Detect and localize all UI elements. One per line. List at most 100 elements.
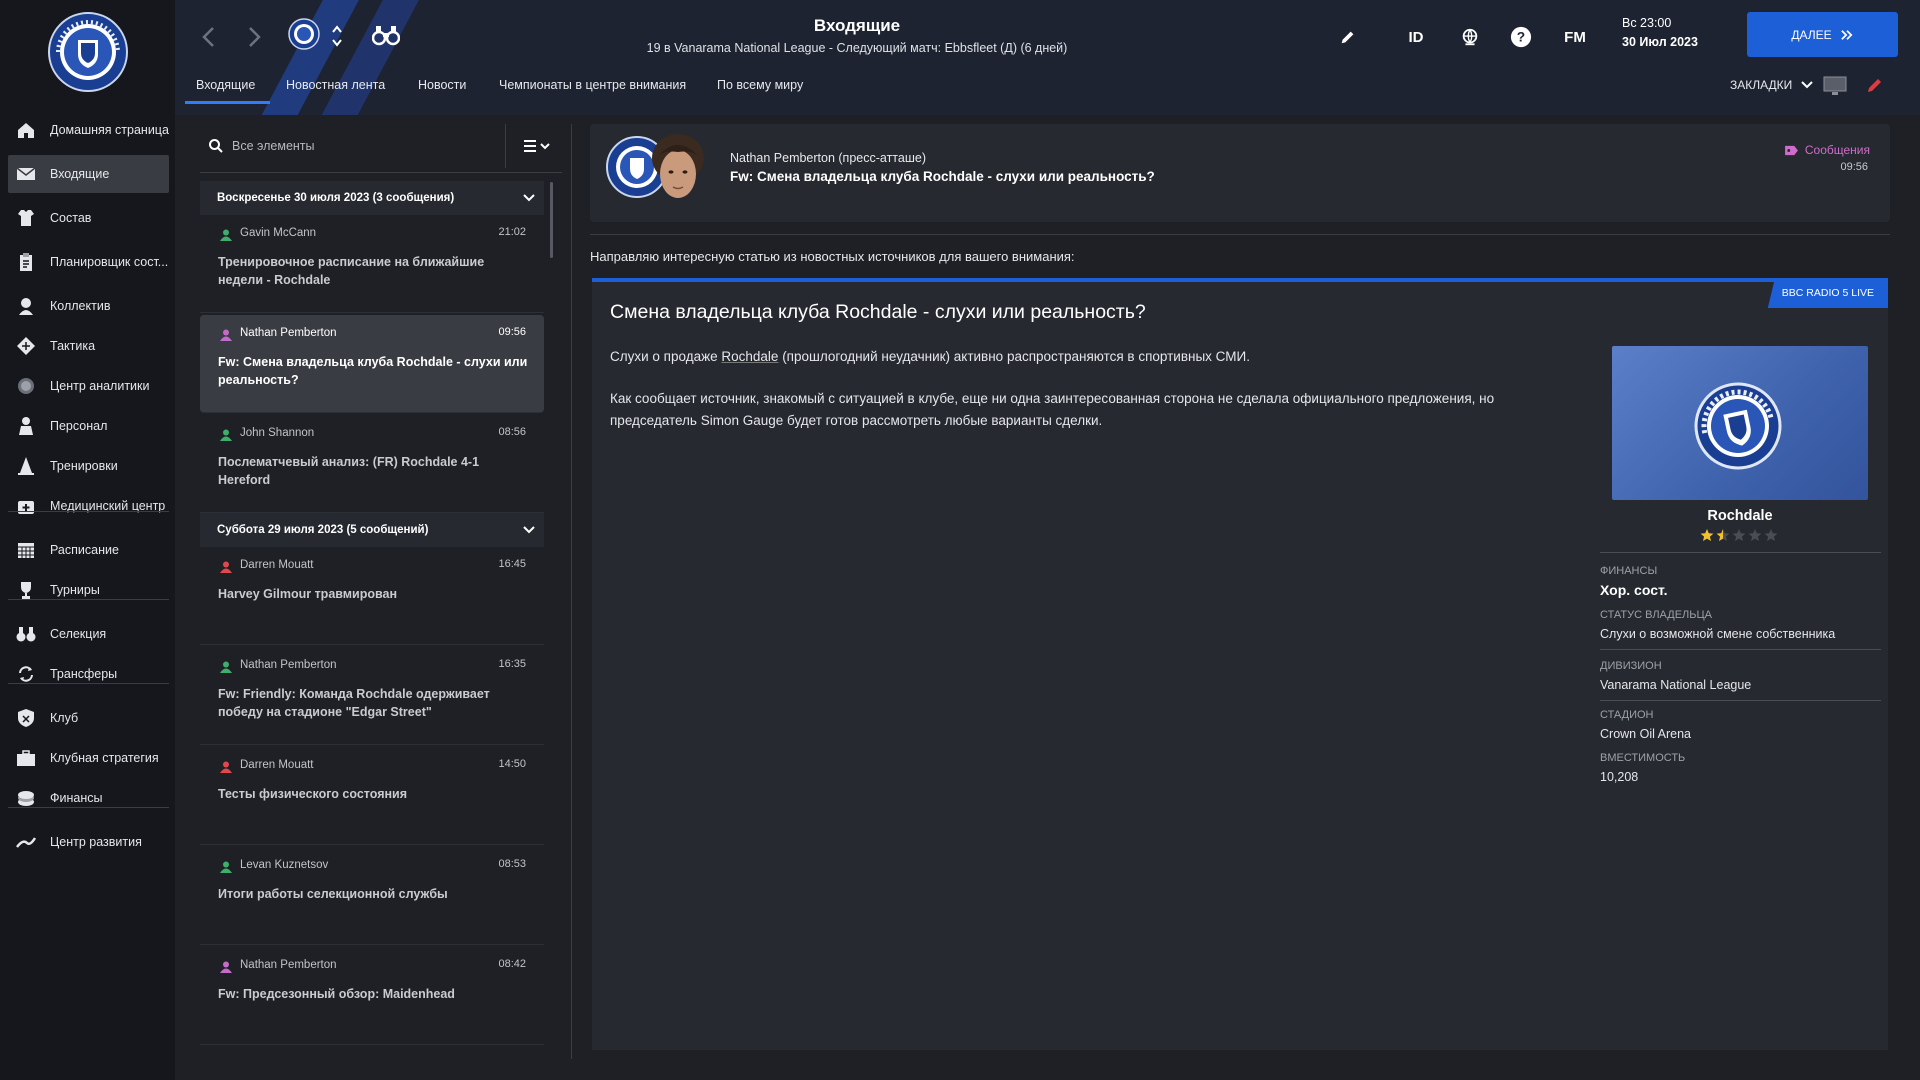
stadium-value: Crown Oil Arena [1600, 727, 1692, 741]
sidebar-item-label: Расписание [50, 543, 119, 557]
news-article: BBC RADIO 5 LIVE Смена владельца клуба R… [592, 278, 1888, 1050]
tab-news[interactable]: Новости [418, 78, 466, 92]
tab-inbox[interactable]: Входящие [196, 78, 255, 92]
chevron-down-icon[interactable] [522, 524, 536, 536]
sidebar-item-transfer[interactable]: Трансферы [8, 655, 169, 693]
sidebar-item-label: Центр аналитики [50, 379, 150, 393]
inbox-message-item[interactable]: Gavin McCann 21:02 Тренировочное расписани… [200, 215, 544, 313]
message-category[interactable]: Сообщения [1784, 143, 1870, 157]
money-icon [16, 788, 36, 808]
tab-world[interactable]: По всему миру [717, 78, 803, 92]
sidebar-item-binoculars[interactable]: Селекция [8, 615, 169, 653]
sidebar-item-envelope[interactable]: Входящие [8, 155, 169, 193]
tactics-icon [16, 336, 36, 356]
person-icon [220, 761, 232, 773]
sidebar-item-calendar[interactable]: Расписание [8, 531, 169, 569]
message-sender[interactable]: Nathan Pemberton (пресс-атташе) [730, 151, 926, 165]
club-reputation-stars [1700, 529, 1778, 541]
message-sender: John Shannon [240, 427, 315, 439]
sidebar-item-staff[interactable]: Персонал [8, 407, 169, 445]
svg-text:?: ? [1517, 30, 1525, 45]
sidebar-item-group[interactable]: Коллектив [8, 287, 169, 325]
group-title: Воскресенье 30 июля 2023 (3 сообщения) [217, 192, 455, 204]
sidebar-item-trophy[interactable]: Турниры [8, 571, 169, 609]
division-value[interactable]: Vanarama National League [1600, 678, 1751, 692]
club-name[interactable]: Rochdale [1600, 508, 1880, 524]
id-button[interactable]: ID [1401, 22, 1431, 52]
news-source-tag: BBC RADIO 5 LIVE [1767, 278, 1888, 308]
article-text: (прошлогодний неудачник) активно распрос… [778, 349, 1250, 364]
inbox-group-header[interactable]: Суббота 29 июля 2023 (5 сообщений) [200, 513, 544, 547]
finances-value: Хор. сост. [1600, 582, 1668, 598]
sidebar-item-home[interactable]: Домашняя страница [8, 111, 169, 149]
transfer-icon [16, 664, 36, 684]
development-icon [16, 832, 36, 852]
continue-label: ДАЛЕЕ [1791, 27, 1832, 42]
monitor-icon[interactable] [1822, 75, 1848, 97]
continue-button[interactable]: ДАЛЕЕ [1747, 12, 1898, 57]
sidebar-item-label: Состав [50, 211, 92, 225]
inbox-message-item[interactable]: John Shannon 08:56 Послематчевый анализ: (… [200, 415, 544, 513]
date-line-time: Вс 23:00 [1622, 16, 1672, 30]
club-switch-updown-icon[interactable] [330, 22, 344, 50]
sidebar-item-cone[interactable]: Тренировки [8, 447, 169, 485]
sidebar-divider [8, 807, 169, 808]
club-mini-badge-icon[interactable] [288, 18, 320, 50]
person-icon [220, 961, 232, 973]
pencil-icon[interactable] [1333, 22, 1363, 52]
sidebar-item-club-shield[interactable]: Клуб [8, 699, 169, 737]
sidebar-item-analytics[interactable]: Центр аналитики [8, 367, 169, 405]
article-text: Слухи о продаже [610, 349, 722, 364]
sort-menu-button[interactable] [518, 132, 558, 160]
tab-newsfeed[interactable]: Новостная лента [286, 78, 385, 92]
sidebar-item-label: Селекция [50, 627, 107, 641]
inbox-message-item[interactable]: Nathan Pemberton 08:42 Fw: Предсезонный об… [200, 947, 544, 1045]
inbox-list-panel: Воскресенье 30 июля 2023 (3 сообщения) Ga… [200, 124, 562, 1059]
message-time: 16:35 [498, 658, 526, 670]
sidebar-item-clipboard[interactable]: Планировщик сост... [8, 243, 169, 281]
capacity-value: 10,208 [1600, 770, 1639, 784]
message-time: 14:50 [498, 758, 526, 770]
inbox-message-item[interactable]: Levan Kuznetsov 08:53 Итоги работы селекци… [200, 847, 544, 945]
list-scrollbar[interactable] [550, 182, 553, 258]
inbox-message-item[interactable]: Nathan Pemberton 09:56 Fw: Смена владельца… [200, 315, 544, 413]
help-icon[interactable]: ? [1506, 22, 1536, 52]
sidebar-item-shirt[interactable]: Состав [8, 199, 169, 237]
search-input[interactable] [232, 134, 492, 158]
inbox-message-item[interactable]: Darren Mouatt 16:45 Harvey Gilmour травмир… [200, 547, 544, 645]
sidebar-item-briefcase[interactable]: Клубная стратегия [8, 739, 169, 777]
back-arrow-icon[interactable] [196, 22, 222, 52]
sidebar-item-development[interactable]: Центр развития [8, 823, 169, 861]
inbox-message-item[interactable]: Darren Mouatt 14:50 Тесты физического сост… [200, 747, 544, 845]
club-badge-logo[interactable] [48, 12, 128, 92]
page-title: Входящие [813, 16, 901, 35]
red-pen-icon[interactable] [1866, 76, 1884, 94]
message-subject: Тесты физического состояния [218, 787, 408, 801]
sidebar-item-label: Коллектив [50, 299, 111, 313]
sidebar-divider [8, 511, 169, 512]
message-time: 16:45 [498, 558, 526, 570]
sidebar-item-medical[interactable]: Медицинский центр [8, 487, 169, 525]
club-link[interactable]: Rochdale [721, 349, 778, 364]
sidebar-item-tactics[interactable]: Тактика [8, 327, 169, 365]
message-sender: Nathan Pemberton [240, 327, 337, 339]
sidebar-item-money[interactable]: Финансы [8, 779, 169, 817]
game-datetime[interactable]: Вс 23:00 30 Июл 2023 [1622, 16, 1698, 49]
tab-spotlight[interactable]: Чемпионаты в центре внимания [499, 78, 686, 92]
bookmarks-label[interactable]: ЗАКЛАДКИ [1730, 78, 1792, 92]
inbox-message-item[interactable]: Nathan Pemberton 16:35 Fw: Friendly: Коман… [200, 647, 544, 745]
content-divider [590, 234, 1890, 235]
chevron-down-icon[interactable] [522, 192, 536, 204]
double-chevron-right-icon [1840, 29, 1853, 40]
globe-icon[interactable] [1455, 22, 1485, 52]
envelope-icon [16, 164, 36, 184]
chevron-down-icon[interactable] [1800, 79, 1814, 91]
message-sender: Nathan Pemberton [240, 959, 337, 971]
forward-arrow-icon[interactable] [241, 22, 267, 52]
binoculars-icon[interactable] [372, 24, 400, 46]
message-subject: Послематчевый анализ: (FR) Rochdale 4-1 … [218, 455, 480, 487]
person-link[interactable]: Simon Gauge [701, 413, 784, 428]
inbox-group-header[interactable]: Воскресенье 30 июля 2023 (3 сообщения) [200, 181, 544, 215]
club-badge-image[interactable] [1612, 346, 1868, 500]
fm-button[interactable]: FM [1560, 22, 1590, 52]
